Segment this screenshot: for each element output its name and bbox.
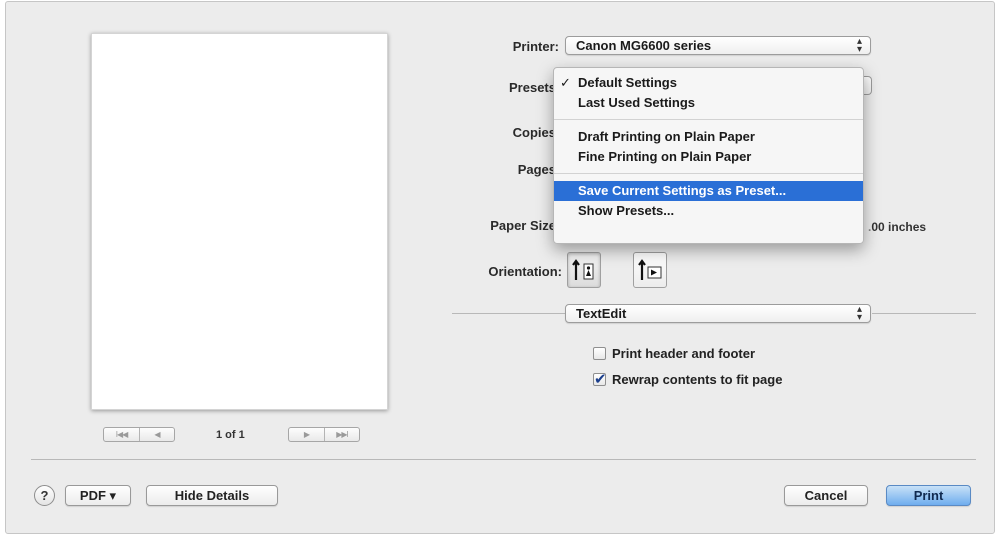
pdf-menu-button[interactable]: PDF ▾ [65,485,131,506]
presets-label: Presets [509,80,556,95]
hide-details-button[interactable]: Hide Details [146,485,278,506]
landscape-orientation-icon [638,259,662,280]
printer-popup-value: Canon MG6600 series [576,38,712,53]
landscape-orientation-button[interactable] [633,252,667,288]
popup-arrows-icon: ▴ ▾ [856,36,862,55]
menu-item-label: Draft Printing on Plain Paper [578,129,755,144]
menu-item-fine-printing[interactable]: Fine Printing on Plain Paper [554,147,863,167]
page-preview [91,33,388,410]
menu-item-show-presets[interactable]: Show Presets... [554,201,863,221]
first-page-button[interactable]: I◀◀ [104,428,139,441]
print-header-footer-checkbox[interactable] [593,347,606,360]
menu-item-last-used-settings[interactable]: Last Used Settings [554,93,863,113]
orientation-label: Orientation: [488,264,562,279]
menu-separator [554,173,863,174]
menu-item-label: Show Presets... [578,203,675,218]
paper-size-dimensions: .00 inches [868,220,927,234]
menu-item-default-settings[interactable]: ✓ Default Settings [554,73,863,93]
menu-separator [554,119,863,120]
page-indicator: 1 of 1 [216,429,245,441]
copies-label: Copies [512,125,556,140]
section-divider-left [452,313,565,314]
print-header-footer-label: Print header and footer [612,346,756,361]
print-header-footer-option[interactable]: Print header and footer [593,346,755,361]
portrait-orientation-button[interactable] [567,252,601,288]
rewrap-checkbox[interactable] [593,370,607,388]
paper-size-label: Paper Size [490,218,556,233]
rewrap-label: Rewrap contents to fit page [612,372,783,387]
printer-label: Printer: [512,39,559,54]
portrait-orientation-icon [572,259,594,280]
checkmark-icon: ✓ [560,75,571,90]
pages-label: Pages [517,162,556,177]
section-popup[interactable]: TextEdit ▴ ▾ [565,304,871,323]
popup-arrows-icon: ▴ ▾ [856,304,862,323]
rewrap-option[interactable]: Rewrap contents to fit page [593,370,783,388]
menu-item-label: Last Used Settings [578,95,696,110]
help-button[interactable]: ? [34,485,55,506]
menu-item-label: Default Settings [578,75,677,90]
printer-popup[interactable]: Canon MG6600 series ▴ ▾ [565,36,871,55]
menu-item-label: Fine Printing on Plain Paper [578,149,752,164]
next-page-button[interactable]: ▶ [289,428,324,441]
footer-divider [31,459,976,460]
menu-item-label: Save Current Settings as Preset... [578,183,787,198]
menu-item-save-preset[interactable]: Save Current Settings as Preset... [554,181,863,201]
preview-nav-back: I◀◀ ◀ [103,427,175,442]
print-button[interactable]: Print [886,485,971,506]
section-divider-right [872,313,976,314]
paper-size-value: 00 inches [871,220,927,234]
presets-menu: ✓ Default Settings Last Used Settings Dr… [553,67,864,244]
last-page-button[interactable]: ▶▶I [324,428,359,441]
preview-nav-forward: ▶ ▶▶I [288,427,360,442]
menu-item-draft-printing[interactable]: Draft Printing on Plain Paper [554,127,863,147]
section-popup-value: TextEdit [576,306,627,321]
cancel-button[interactable]: Cancel [784,485,868,506]
previous-page-button[interactable]: ◀ [139,428,174,441]
